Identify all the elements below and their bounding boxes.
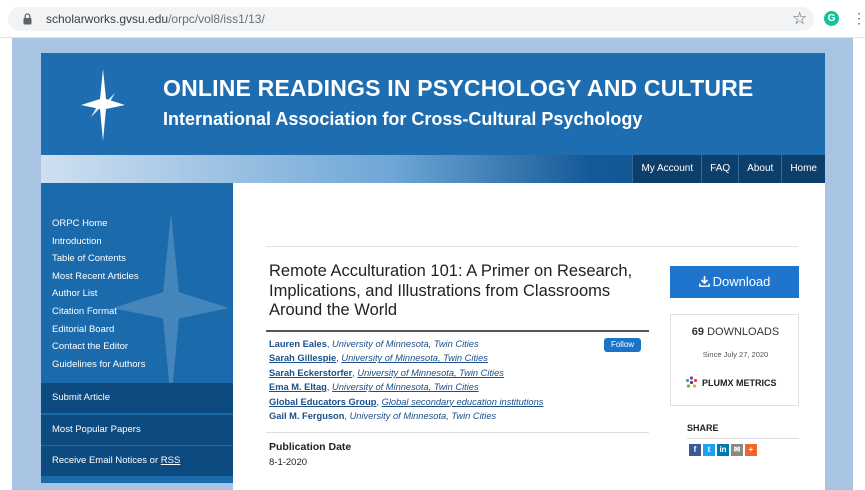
- author-list: Lauren Eales, University of Minnesota, T…: [269, 337, 649, 423]
- nav-home[interactable]: Home: [781, 155, 825, 183]
- author-affiliation: University of Minnesota, Twin Cities: [357, 367, 504, 378]
- author-affiliation: Global secondary education institutions: [381, 396, 544, 407]
- download-count-number: 69: [691, 326, 705, 338]
- facebook-share-icon[interactable]: f: [689, 444, 701, 456]
- download-count-word: DOWNLOADS: [707, 326, 780, 338]
- twitter-share-icon[interactable]: t: [703, 444, 715, 456]
- url-path: /orpc/vol8/iss1/13/: [168, 12, 265, 26]
- sidebar-item-guidelines-authors[interactable]: Guidelines for Authors: [52, 356, 145, 374]
- browser-toolbar: scholarworks.gvsu.edu/orpc/vol8/iss1/13/…: [0, 0, 865, 38]
- sidebar-item-introduction[interactable]: Introduction: [52, 233, 145, 251]
- download-stats: 69 DOWNLOADS Since July 27, 2020 PLUMX M…: [670, 314, 799, 406]
- author-affiliation: University of Minnesota, Twin Cities: [341, 353, 488, 364]
- author-affiliation: University of Minnesota, Twin Cities: [349, 410, 497, 421]
- plumx-label: PLUMX METRICS: [702, 378, 777, 388]
- author-item[interactable]: Lauren Eales, University of Minnesota, T…: [269, 337, 649, 351]
- author-item[interactable]: Sarah Gillespie, University of Minnesota…: [269, 351, 649, 365]
- sidebar-item-table-of-contents[interactable]: Table of Contents: [52, 250, 145, 268]
- plumx-metrics-link[interactable]: PLUMX METRICS: [685, 376, 777, 389]
- divider: [266, 246, 798, 247]
- rss-link[interactable]: RSS: [161, 455, 181, 466]
- site-banner: ONLINE READINGS IN PSYCHOLOGY AND CULTUR…: [41, 53, 825, 155]
- lock-icon: [23, 13, 32, 25]
- sidebar-item-orpc-home[interactable]: ORPC Home: [52, 215, 145, 233]
- email-notices-label: Receive Email Notices or: [52, 455, 161, 466]
- author-item[interactable]: Sarah Eckerstorfer, University of Minnes…: [269, 366, 649, 380]
- sidebar-item-author-list[interactable]: Author List: [52, 285, 145, 303]
- author-name[interactable]: Ema M. Eltag: [269, 382, 327, 392]
- article-title: Remote Acculturation 101: A Primer on Re…: [269, 262, 633, 319]
- author-affiliation: University of Minnesota, Twin Cities: [332, 339, 479, 349]
- downloads-since: Since July 27, 2020: [702, 350, 769, 359]
- follow-button[interactable]: Follow: [604, 338, 641, 352]
- divider: [266, 432, 649, 433]
- author-name[interactable]: Gail M. Ferguson: [269, 411, 344, 421]
- sidebar: ORPC Home Introduction Table of Contents…: [41, 183, 233, 483]
- linkedin-share-icon[interactable]: in: [717, 444, 729, 456]
- address-bar[interactable]: scholarworks.gvsu.edu/orpc/vol8/iss1/13/…: [8, 7, 814, 31]
- share-buttons: f t in ✉ +: [689, 444, 757, 456]
- author-name[interactable]: Global Educators Group: [269, 397, 376, 407]
- author-item[interactable]: Gail M. Ferguson, University of Minnesot…: [269, 409, 649, 423]
- site-title: ONLINE READINGS IN PSYCHOLOGY AND CULTUR…: [163, 75, 754, 101]
- nav-strip: My Account FAQ About Home: [41, 155, 825, 183]
- publication-date-label: Publication Date: [269, 441, 352, 453]
- site-subtitle: International Association for Cross-Cult…: [163, 109, 643, 129]
- title-divider: [266, 330, 649, 332]
- plumx-icon: [685, 376, 698, 388]
- download-button[interactable]: Download: [670, 266, 799, 298]
- nav-about[interactable]: About: [738, 155, 782, 183]
- url-text: scholarworks.gvsu.edu/orpc/vol8/iss1/13/: [46, 12, 265, 26]
- main-content: Remote Acculturation 101: A Primer on Re…: [233, 183, 825, 490]
- divider: [687, 438, 799, 439]
- bookmark-star-icon[interactable]: ☆: [792, 9, 807, 29]
- more-share-icon[interactable]: +: [745, 444, 757, 456]
- sidebar-item-contact-editor[interactable]: Contact the Editor: [52, 338, 145, 356]
- sidebar-item-editorial-board[interactable]: Editorial Board: [52, 321, 145, 339]
- author-item[interactable]: Global Educators Group, Global secondary…: [269, 395, 649, 409]
- submit-article-link[interactable]: Submit Article: [41, 383, 233, 413]
- top-navigation: My Account FAQ About Home: [632, 155, 825, 183]
- download-icon: [698, 276, 710, 287]
- author-affiliation: University of Minnesota, Twin Cities: [332, 382, 479, 393]
- author-name[interactable]: Sarah Gillespie: [269, 353, 336, 363]
- grammarly-extension-icon[interactable]: G: [824, 11, 839, 26]
- share-heading: SHARE: [687, 423, 719, 433]
- author-name[interactable]: Sarah Eckerstorfer: [269, 368, 352, 378]
- author-name[interactable]: Lauren Eales: [269, 339, 327, 349]
- nav-faq[interactable]: FAQ: [701, 155, 739, 183]
- nav-my-account[interactable]: My Account: [632, 155, 702, 183]
- compass-star-logo-icon[interactable]: [81, 69, 125, 141]
- sidebar-item-most-recent-articles[interactable]: Most Recent Articles: [52, 268, 145, 286]
- download-count: 69 DOWNLOADS: [671, 326, 800, 338]
- sidebar-links: ORPC Home Introduction Table of Contents…: [52, 215, 145, 373]
- author-item[interactable]: Ema M. Eltag, University of Minnesota, T…: [269, 380, 649, 394]
- url-host: scholarworks.gvsu.edu: [46, 12, 169, 26]
- most-popular-papers-link[interactable]: Most Popular Papers: [41, 415, 233, 445]
- email-share-icon[interactable]: ✉: [731, 444, 743, 456]
- email-notices-link[interactable]: Receive Email Notices or RSS: [41, 446, 233, 476]
- sidebar-item-citation-format[interactable]: Citation Format: [52, 303, 145, 321]
- publication-date-value: 8-1-2020: [269, 457, 308, 468]
- more-menu-icon[interactable]: ⋮: [852, 8, 865, 28]
- download-label: Download: [712, 274, 771, 289]
